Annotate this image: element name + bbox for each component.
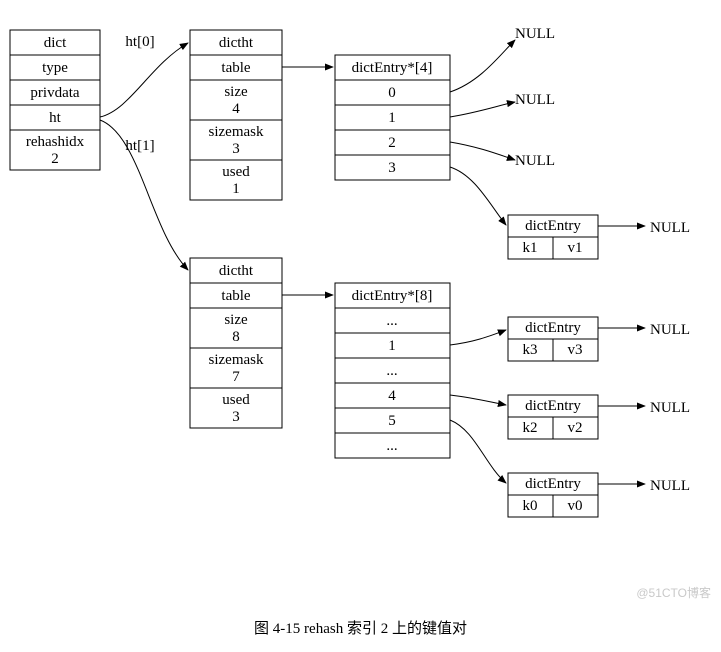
dict-type: type [42,60,68,76]
dictht-a: dictht table size 4 sizemask 3 used 1 [190,30,282,200]
arrow [450,102,515,117]
dictht-a-used-v: 1 [232,181,240,197]
array-b-row-4: 5 [388,413,396,429]
dictht-a-size-v: 4 [232,101,240,117]
dict-rehashidx-v: 2 [51,151,59,167]
entry-k3: dictEntry k3 v3 [508,317,598,361]
arrow [450,167,506,225]
dictht-a-title: dictht [219,35,254,51]
dictht-b-size-k: size [224,312,248,328]
dictht-a-table: table [221,60,250,76]
entry-k1: dictEntry k1 v1 [508,215,598,259]
entry-k1-k: k1 [523,240,538,256]
dictht-b-used-k: used [222,392,250,408]
arrow [450,395,506,405]
dictht-a-mask-v: 3 [232,141,240,157]
dictht-b-used-v: 3 [232,409,240,425]
null-4: NULL [650,220,690,236]
array-a-row-1: 1 [388,110,396,126]
array-b-row-2: ... [386,363,397,379]
array-a-row-2: 2 [388,135,396,151]
null-7: NULL [650,478,690,494]
arrow [450,420,506,483]
dictht-b-size-v: 8 [232,329,240,345]
array-b-row-5: ... [386,438,397,454]
entry-k2: dictEntry k2 v2 [508,395,598,439]
dict-privdata: privdata [30,85,79,101]
arrow [450,142,515,160]
entry-k3-v: v3 [568,342,583,358]
entry-k0-k: k0 [523,498,538,514]
null-6: NULL [650,400,690,416]
entry-k2-v: v2 [568,420,583,436]
array-b-title: dictEntry*[8] [352,288,433,304]
entry-k2-title: dictEntry [525,398,581,414]
arrow [100,43,188,117]
figure-caption: 图 4-15 rehash 索引 2 上的键值对 [0,609,721,652]
dictht-b-mask-k: sizemask [209,352,264,368]
arrow [450,330,506,345]
array-a: dictEntry*[4] 0 1 2 3 [335,55,450,180]
dict-ht: ht [49,110,62,126]
entry-k2-k: k2 [523,420,538,436]
watermark: @51CTO博客 [636,584,711,601]
entry-k0-title: dictEntry [525,476,581,492]
dict-node: dict type privdata ht rehashidx 2 [10,30,100,170]
dictht-a-used-k: used [222,164,250,180]
entry-k1-title: dictEntry [525,218,581,234]
dictht-b-mask-v: 7 [232,369,240,385]
dictht-a-mask-k: sizemask [209,124,264,140]
dict-rehashidx-k: rehashidx [26,134,85,150]
edge-ht0-label: ht[0] [125,34,154,50]
diagram-wrap: dict type privdata ht rehashidx 2 dictht… [0,0,721,609]
array-a-row-0: 0 [388,85,396,101]
array-b-row-0: ... [386,313,397,329]
entry-k1-v: v1 [568,240,583,256]
dictht-b-title: dictht [219,263,254,279]
array-b-row-1: 1 [388,338,396,354]
array-a-title: dictEntry*[4] [352,60,433,76]
entry-k3-title: dictEntry [525,320,581,336]
null-2: NULL [515,92,555,108]
entry-k3-k: k3 [523,342,538,358]
diagram-svg: dict type privdata ht rehashidx 2 dictht… [0,0,721,609]
dict-title: dict [44,35,67,51]
dictht-b: dictht table size 8 sizemask 7 used 3 [190,258,282,428]
array-b-row-3: 4 [388,388,396,404]
null-1: NULL [515,26,555,42]
dictht-b-table: table [221,288,250,304]
entry-k0-v: v0 [568,498,583,514]
null-3: NULL [515,153,555,169]
dictht-a-size-k: size [224,84,248,100]
entry-k0: dictEntry k0 v0 [508,473,598,517]
array-a-row-3: 3 [388,160,396,176]
null-5: NULL [650,322,690,338]
arrow [450,40,515,92]
array-b: dictEntry*[8] ... 1 ... 4 5 ... [335,283,450,458]
